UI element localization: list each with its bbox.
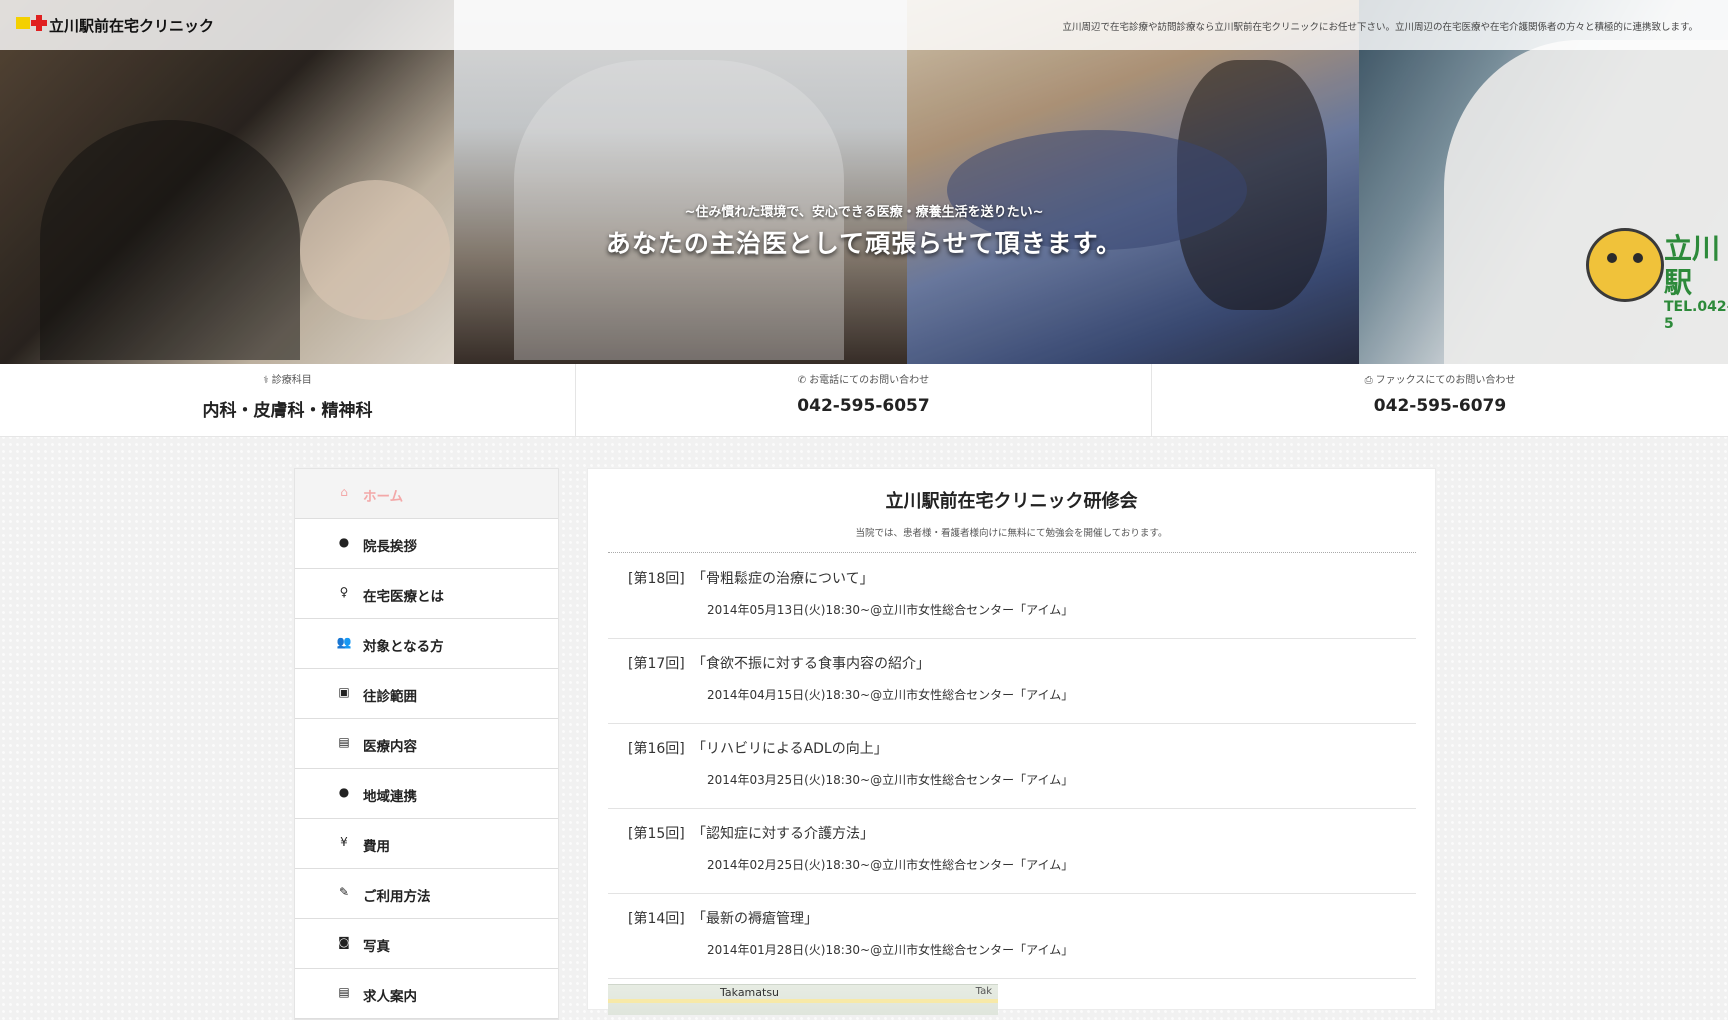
document-icon: ▤ — [338, 985, 350, 999]
lecture-date: 2014年04月15日(火)18:30~@立川市女性総合センター「アイム」 — [707, 688, 1074, 702]
page-title: 立川駅前在宅クリニック研修会 — [885, 491, 1138, 512]
lecture-date: 2014年01月28日(火)18:30~@立川市女性総合センター「アイム」 — [707, 943, 1074, 957]
site-name-link[interactable]: 立川駅前在宅クリニック — [49, 15, 214, 36]
lecture-item: [第14回] 「最新の褥瘡管理」 2014年01月28日(火)18:30~@立川… — [608, 893, 1416, 979]
contact-info-strip: ⚕ 診療科目 内科・皮膚科・精神科 ✆ お電話にてのお問い合わせ 042-595-6… — [0, 364, 1728, 437]
sidebar-item-community[interactable]: ● 地域連携 — [295, 769, 558, 819]
main-content: 立川駅前在宅クリニック研修会 当院では、患者様・看護者様向けに無料にて勉強会を開… — [587, 468, 1436, 1015]
yen-icon: ¥ — [340, 835, 348, 849]
lecture-title: 「骨粗鬆症の治療について」 — [692, 571, 874, 587]
lecture-title: 「食欲不振に対する食事内容の紹介」 — [692, 656, 930, 672]
sidebar-item-label: ホーム — [363, 489, 404, 505]
phone-label: お電話にてのお問い合わせ — [809, 375, 930, 386]
lecture-title: 「最新の褥瘡管理」 — [692, 911, 818, 927]
lecture-number: [第15回] — [628, 826, 685, 842]
page-subtitle: 当院では、患者様・看護者様向けに無料にて勉強会を開催しております。 — [855, 528, 1168, 539]
sidebar-item-label: 在宅医療とは — [363, 589, 444, 605]
map-label-secondary: Tak — [975, 986, 992, 997]
phone-block: ✆ お電話にてのお問い合わせ 042-595-6057 — [576, 364, 1152, 436]
site-tagline: 立川周辺で在宅診療や訪問診療なら立川駅前在宅クリニックにお任せ下さい。立川周辺の… — [1062, 22, 1698, 33]
ambulance-icon: ▣ — [338, 685, 350, 699]
phone-number[interactable]: 042-595-6057 — [576, 396, 1151, 416]
camera-icon: ◙ — [338, 935, 350, 949]
lecture-date: 2014年03月25日(火)18:30~@立川市女性総合センター「アイム」 — [707, 773, 1074, 787]
comment-icon: ● — [338, 535, 350, 549]
car-lettering: 立川駅 TEL.042-5 — [1664, 232, 1728, 333]
logo-red-cross-icon — [31, 15, 47, 31]
top-bar: 立川駅前在宅クリニック 立川周辺で在宅診療や訪問診療なら立川駅前在宅クリニックに… — [0, 0, 1728, 50]
sidebar-nav: ⌂ ホーム ● 院長挨拶 ♀ 在宅医療とは 👥 対象となる方 ▣ 往診範囲 ▤ … — [294, 468, 559, 1020]
car-text: 立川駅 — [1664, 232, 1721, 299]
sidebar-item-home-care[interactable]: ♀ 在宅医療とは — [295, 569, 558, 619]
fax-block: ⎙ ファックスにてのお問い合わせ 042-595-6079 — [1152, 364, 1728, 436]
home-icon: ⌂ — [340, 485, 348, 499]
sidebar-item-label: 医療内容 — [363, 739, 417, 755]
sidebar-item-medical-services[interactable]: ▤ 医療内容 — [295, 719, 558, 769]
lecture-date: 2014年02月25日(火)18:30~@立川市女性総合センター「アイム」 — [707, 858, 1074, 872]
fax-number: 042-595-6079 — [1373, 396, 1507, 416]
lecture-date: 2014年05月13日(火)18:30~@立川市女性総合センター「アイム」 — [707, 603, 1074, 617]
globe-icon: ● — [338, 785, 350, 799]
departments-label: 診療科目 — [271, 375, 312, 386]
lecture-item: [第15回] 「認知症に対する介護方法」 2014年02月25日(火)18:30… — [608, 808, 1416, 894]
lecture-title: 「リハビリによるADLの向上」 — [692, 741, 888, 757]
medkit-icon: ▤ — [338, 735, 350, 749]
tiger-mascot-icon — [1586, 228, 1664, 302]
phone-icon: ✆ — [797, 375, 807, 386]
hero-overlay — [0, 0, 1728, 364]
pencil-icon: ✎ — [338, 885, 350, 899]
sidebar-item-label: 求人案内 — [363, 989, 417, 1005]
sidebar-item-recruitment[interactable]: ▤ 求人案内 — [295, 969, 558, 1019]
sidebar-item-fees[interactable]: ¥ 費用 — [295, 819, 558, 869]
sidebar-item-label: 費用 — [363, 839, 390, 855]
hero-headline: あなたの主治医として頑張らせて頂きます。 — [605, 229, 1123, 258]
clinic-logo-icon[interactable] — [16, 15, 47, 31]
lecture-item: [第18回] 「骨粗鬆症の治療について」 2014年05月13日(火)18:30… — [608, 553, 1416, 639]
departments-value: 内科・皮膚科・精神科 — [202, 401, 373, 421]
sidebar-item-label: 往診範囲 — [363, 689, 417, 705]
hero-subtitle: ~住み慣れた環境で、安心できる医療・療養生活を送りたい~ — [684, 205, 1044, 220]
logo-yellow-block — [16, 17, 30, 29]
sidebar-item-label: 地域連携 — [363, 789, 417, 805]
lecture-item: [第16回] 「リハビリによるADLの向上」 2014年03月25日(火)18:… — [608, 723, 1416, 809]
lecture-number: [第18回] — [628, 571, 685, 587]
sidebar-item-photos[interactable]: ◙ 写真 — [295, 919, 558, 969]
sidebar-item-home[interactable]: ⌂ ホーム — [295, 469, 558, 519]
lecture-number: [第17回] — [628, 656, 685, 672]
lecture-item: [第17回] 「食欲不振に対する食事内容の紹介」 2014年04月15日(火)1… — [608, 638, 1416, 724]
hero-banner: 立川駅 TEL.042-5 ~住み慣れた環境で、安心できる医療・療養生活を送りた… — [0, 0, 1728, 364]
fax-label: ファックスにてのお問い合わせ — [1375, 375, 1516, 386]
sidebar-item-director-greeting[interactable]: ● 院長挨拶 — [295, 519, 558, 569]
lecture-title: 「認知症に対する介護方法」 — [692, 826, 874, 842]
lecture-number: [第16回] — [628, 741, 685, 757]
printer-icon: ⎙ — [1364, 375, 1373, 386]
sidebar-item-label: 院長挨拶 — [363, 539, 417, 555]
users-icon: 👥 — [336, 635, 352, 649]
sidebar-item-label: 対象となる方 — [363, 639, 444, 655]
sidebar-item-visit-area[interactable]: ▣ 往診範囲 — [295, 669, 558, 719]
lecture-number: [第14回] — [628, 911, 685, 927]
sidebar-item-how-to-use[interactable]: ✎ ご利用方法 — [295, 869, 558, 919]
sidebar-item-label: ご利用方法 — [363, 889, 431, 905]
departments-block: ⚕ 診療科目 内科・皮膚科・精神科 — [0, 364, 576, 436]
map-label: Takamatsu — [720, 986, 780, 999]
stethoscope-icon: ⚕ — [263, 375, 269, 386]
sidebar-item-label: 写真 — [363, 939, 390, 955]
lightbulb-icon: ♀ — [339, 585, 349, 599]
sidebar-item-eligible-patients[interactable]: 👥 対象となる方 — [295, 619, 558, 669]
car-tel: TEL.042-5 — [1664, 299, 1728, 332]
